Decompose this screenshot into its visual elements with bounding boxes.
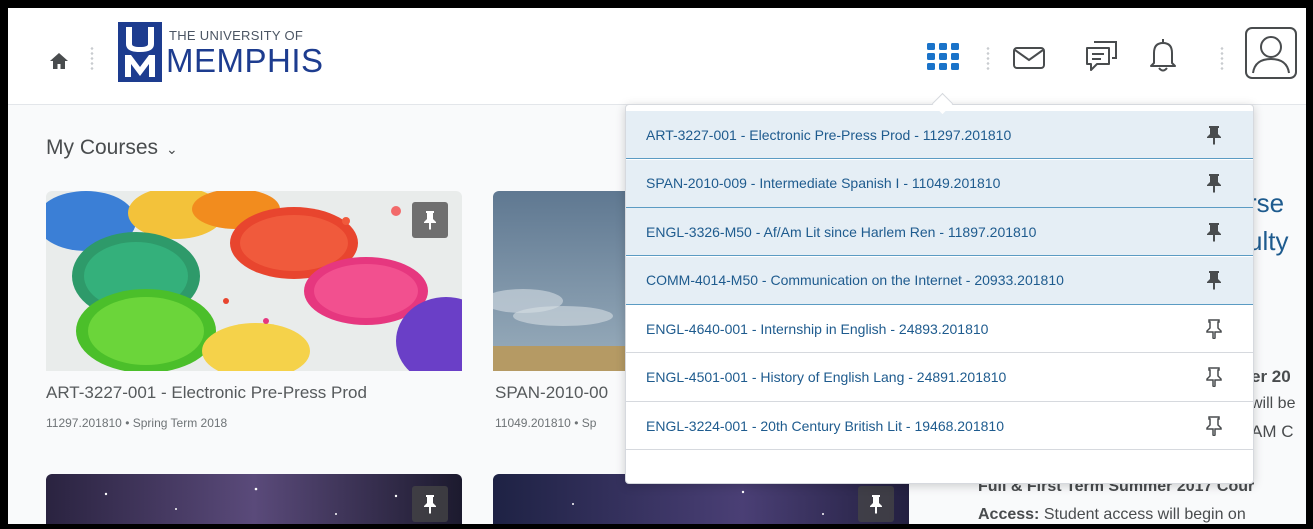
access-text: Student access will begin on: [1043, 506, 1246, 523]
top-navbar: THE UNIVERSITY OF MEMPHIS: [8, 8, 1306, 105]
news-text-fragment: AM C: [1251, 422, 1294, 441]
course-card-subtitle: 11049.201810 • Sp: [495, 416, 597, 430]
home-icon[interactable]: [48, 50, 70, 72]
course-selector-item[interactable]: ENGL-4640-001 - Internship in English - …: [626, 305, 1253, 353]
my-courses-label: My Courses: [46, 136, 159, 159]
pinned-icon[interactable]: [1205, 125, 1223, 145]
news-heading-fragment[interactable]: ulty: [1248, 226, 1288, 257]
course-card-image-engl[interactable]: [46, 474, 462, 524]
pin-button[interactable]: [412, 486, 448, 522]
unpinned-icon[interactable]: [1205, 415, 1223, 436]
news-text-fragment: will be: [1251, 395, 1296, 412]
course-selector-item-label[interactable]: ART-3227-001 - Electronic Pre-Press Prod…: [646, 127, 1205, 143]
course-selector-item-label[interactable]: ENGL-4640-001 - Internship in English - …: [646, 321, 1205, 337]
divider: [90, 46, 94, 72]
course-card-title[interactable]: SPAN-2010-00: [495, 383, 608, 403]
course-card-subtitle: 11297.201810 • Spring Term 2018: [46, 416, 228, 430]
pin-button[interactable]: [412, 202, 448, 238]
chevron-down-icon: ⌄: [166, 141, 178, 157]
unpinned-icon[interactable]: [1205, 318, 1223, 339]
course-selector-item[interactable]: ENGL-3224-001 - 20th Century British Lit…: [626, 402, 1253, 450]
course-selector-item[interactable]: ENGL-3326-M50 - Af/Am Lit since Harlem R…: [626, 208, 1253, 256]
pin-icon: [424, 495, 436, 514]
course-selector-item-label[interactable]: SPAN-2010-009 - Intermediate Spanish I -…: [646, 175, 1205, 191]
logo-title[interactable]: MEMPHIS: [166, 42, 324, 80]
course-selector-item[interactable]: SPAN-2010-009 - Intermediate Spanish I -…: [626, 159, 1253, 208]
mail-icon[interactable]: [1012, 46, 1046, 70]
course-selector-item[interactable]: ART-3227-001 - Electronic Pre-Press Prod…: [626, 111, 1253, 159]
browser-frame: THE UNIVERSITY OF MEMPHIS My Courses ⌄ A…: [8, 8, 1306, 524]
university-logo-mark[interactable]: [118, 22, 162, 82]
divider: [1220, 46, 1224, 72]
course-selector-item-label[interactable]: COMM-4014-M50 - Communication on the Int…: [646, 272, 1205, 288]
pinned-icon[interactable]: [1205, 173, 1223, 193]
pin-icon: [870, 495, 882, 514]
user-avatar-icon[interactable]: [1244, 26, 1298, 80]
course-card-image-span[interactable]: [493, 191, 643, 371]
news-access-line: Access: Student access will begin on: [978, 506, 1246, 524]
logo-subtitle: THE UNIVERSITY OF: [169, 28, 304, 43]
course-selector-item[interactable]: ENGL-4501-001 - History of English Lang …: [626, 354, 1253, 402]
course-selector-item-label[interactable]: ENGL-4501-001 - History of English Lang …: [646, 369, 1205, 385]
access-label: Access:: [978, 506, 1040, 523]
course-card-title[interactable]: ART-3227-001 - Electronic Pre-Press Prod: [46, 383, 367, 403]
course-card-image-art[interactable]: [46, 191, 462, 371]
pin-icon: [424, 211, 436, 230]
course-selector-item[interactable]: COMM-4014-M50 - Communication on the Int…: [626, 256, 1253, 305]
chat-icon[interactable]: [1084, 38, 1120, 74]
course-selector-item-label[interactable]: ENGL-3224-001 - 20th Century British Lit…: [646, 418, 1205, 434]
course-selector-dropdown: ART-3227-001 - Electronic Pre-Press Prod…: [625, 104, 1254, 484]
news-text-fragment: er 20: [1251, 367, 1291, 386]
unpinned-icon[interactable]: [1205, 367, 1223, 387]
pin-button[interactable]: [858, 486, 894, 522]
course-selector-grid-icon[interactable]: [926, 42, 960, 72]
my-courses-heading[interactable]: My Courses ⌄: [46, 136, 178, 160]
pinned-icon[interactable]: [1205, 222, 1223, 242]
divider: [986, 46, 990, 72]
bell-icon[interactable]: [1148, 36, 1178, 74]
pinned-icon[interactable]: [1205, 270, 1223, 290]
course-selector-item-label[interactable]: ENGL-3326-M50 - Af/Am Lit since Harlem R…: [646, 224, 1205, 240]
